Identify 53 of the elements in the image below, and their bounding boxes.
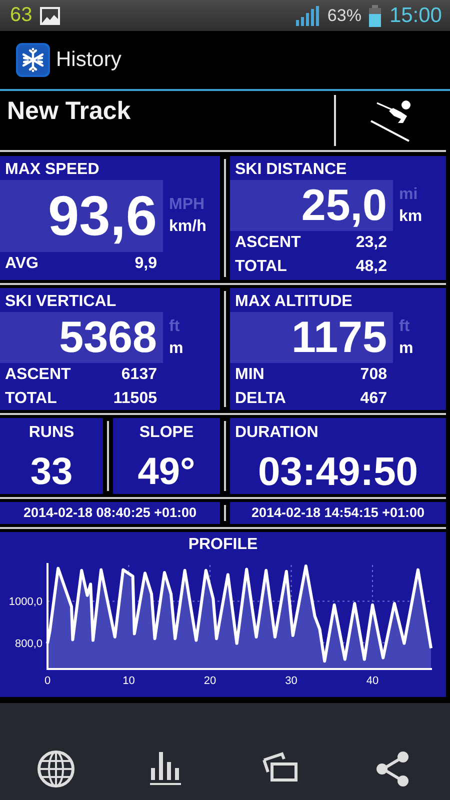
clock: 15:00	[389, 4, 442, 28]
app-icon	[16, 43, 50, 77]
battery-icon	[369, 4, 382, 26]
unit-option[interactable]: m	[399, 340, 414, 358]
timestamp: 2014-02-18 14:54:15 +01:00	[230, 502, 446, 524]
stat-value: 1175	[230, 312, 393, 363]
skier-icon	[370, 98, 412, 142]
stat-label: ASCENT	[234, 233, 302, 253]
axis-label: 800,0	[14, 638, 42, 650]
panel-title: MAX SPEED	[4, 160, 100, 180]
track-name: New Track	[6, 96, 132, 127]
stat-label: TOTAL	[4, 389, 58, 409]
stat-value: 9,9	[134, 254, 158, 274]
axis-label: 40	[366, 675, 379, 687]
stat-label: MIN	[234, 365, 266, 385]
panel-title: SKI DISTANCE	[234, 160, 348, 180]
panel-title: SKI VERTICAL	[4, 292, 118, 312]
screen-title: History	[56, 48, 122, 72]
stat-label: AVG	[4, 254, 40, 274]
timestamp: 2014-02-18 08:40:25 +01:00	[0, 502, 220, 524]
panel-title: MAX ALTITUDE	[234, 292, 354, 312]
battery-percent: 63%	[327, 6, 362, 26]
globe-icon	[37, 750, 76, 788]
stat-value: 708	[360, 365, 388, 385]
panel-title: SLOPE	[138, 423, 195, 443]
stat-value: 03:49:50	[256, 450, 420, 494]
unit-option[interactable]: m	[169, 340, 184, 358]
axis-label: 20	[204, 675, 216, 687]
axis-label: 0	[44, 675, 51, 687]
signal-icon	[296, 6, 320, 26]
panel-title: DURATION	[234, 423, 320, 443]
stat-value: 6137	[121, 365, 158, 385]
stat-value: 48,2	[356, 257, 388, 277]
stat-label: TOTAL	[234, 257, 288, 277]
axis-label: 30	[285, 675, 298, 687]
stat-label: DELTA	[234, 389, 287, 409]
stat-value: 93,6	[0, 180, 163, 252]
stat-value: 11505	[113, 389, 158, 409]
stat-value: 467	[360, 389, 388, 409]
stat-value: 5368	[0, 312, 163, 363]
panel-title: RUNS	[28, 423, 76, 443]
stat-value: 23,2	[356, 233, 388, 253]
stat-value: 33	[30, 450, 73, 494]
stat-value: 25,0	[230, 180, 393, 231]
axis-label: 10	[122, 675, 135, 687]
chart-title: PROFILE	[187, 535, 259, 555]
stat-value: 49°	[138, 450, 196, 494]
stat-label: ASCENT	[4, 365, 72, 385]
notification-count: 63	[10, 4, 32, 27]
unit-option[interactable]: km	[399, 208, 422, 226]
image-icon	[40, 6, 60, 24]
unit-option[interactable]: km/h	[169, 218, 206, 236]
axis-label: 1000,0	[8, 596, 42, 608]
